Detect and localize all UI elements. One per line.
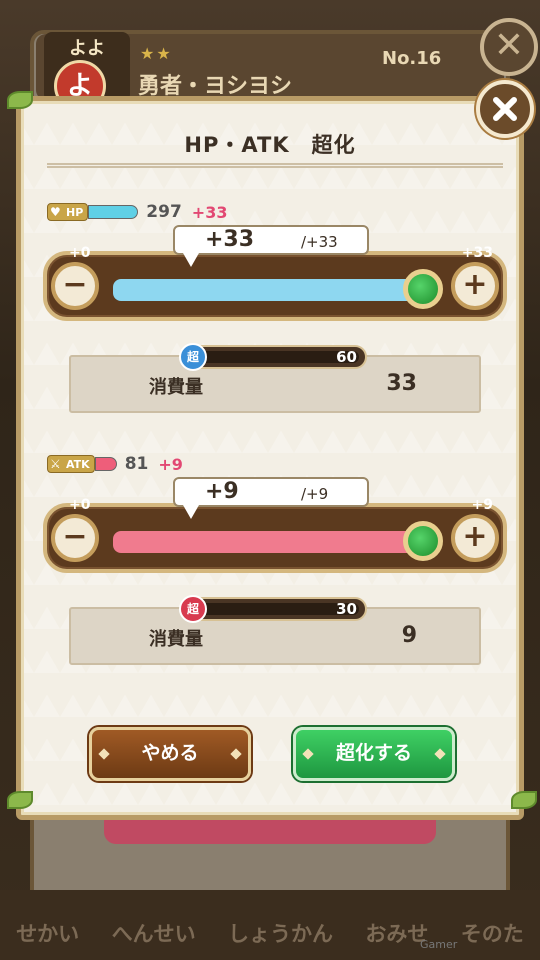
nav-item-summon: しょうかん (227, 922, 333, 946)
leaf-ornament-icon (511, 791, 537, 809)
hp-tag: ♥ HP (47, 203, 89, 221)
leaf-ornament-icon (7, 91, 33, 109)
hp-slider-track[interactable] (113, 279, 423, 301)
atk-material-pill: 超 30 (179, 595, 367, 623)
hp-meter (88, 205, 139, 219)
background-close-icon: ✕ (480, 18, 538, 76)
hp-selected-max: /+33 (301, 233, 338, 251)
hp-slider-thumb[interactable] (403, 269, 443, 309)
atk-selection-bubble: +9 /+9 (173, 477, 369, 519)
background-action-bar (104, 818, 436, 844)
bottom-nav: せかい へんせい しょうかん おみせ そのた (0, 890, 540, 960)
leaf-ornament-icon (7, 791, 33, 809)
hp-range-min: +0 (69, 245, 91, 261)
atk-stat-row: ⚔ ATK 81 +9 (47, 453, 183, 475)
atk-cost-label: 消費量 (149, 629, 203, 650)
atk-increase-button[interactable]: + (451, 514, 499, 562)
hp-tag-label: HP (66, 205, 84, 219)
atk-current-value: 81 (124, 454, 149, 474)
sword-icon: ⚔ (50, 457, 61, 471)
close-icon (493, 97, 517, 121)
title-divider (47, 163, 503, 168)
nav-item-formation: へんせい (111, 922, 196, 946)
hp-material-pill: 超 60 (179, 343, 367, 371)
hp-cost-label: 消費量 (149, 377, 203, 398)
hp-decrease-button[interactable]: − (51, 262, 99, 310)
atk-slider-track[interactable] (113, 531, 423, 553)
atk-material-count: 30 (336, 600, 357, 618)
hp-selected-value: +33 (205, 227, 255, 252)
atk-bonus: +9 (158, 454, 183, 474)
hp-bonus: +33 (191, 202, 228, 222)
atk-slider-panel: +0 +9 − + (43, 497, 507, 573)
atk-range-max: +9 (471, 497, 493, 513)
atk-selected-max: /+9 (301, 485, 329, 503)
atk-cost-value: 9 (401, 623, 417, 648)
hero-number: No.16 (382, 48, 442, 69)
hp-slider-fill (113, 279, 423, 301)
awaken-material-icon: 超 (179, 343, 207, 371)
awaken-confirm-button[interactable]: 超化する (293, 727, 455, 781)
hp-increase-button[interactable]: + (451, 262, 499, 310)
atk-slider-thumb[interactable] (403, 521, 443, 561)
atk-tag: ⚔ ATK (47, 455, 95, 473)
atk-decrease-button[interactable]: − (51, 514, 99, 562)
close-button[interactable] (476, 80, 534, 138)
rarity-stars: ★★ (140, 44, 173, 63)
hp-current-value: 297 (146, 202, 182, 222)
nav-item-world: せかい (16, 922, 80, 946)
atk-slider-fill (113, 531, 423, 553)
awaken-confirm-button-label: 超化する (335, 742, 412, 764)
dialog-title: HP・ATK 超化 (184, 133, 356, 157)
awaken-material-icon: 超 (179, 595, 207, 623)
awaken-dialog: HP・ATK 超化 ♥ HP 297 +33 +0 +33 − + +33 /+… (7, 91, 537, 820)
nav-item-other: そのた (460, 922, 524, 946)
hp-range-max: +33 (461, 245, 493, 261)
hp-material-count: 60 (336, 348, 357, 366)
cancel-button[interactable]: やめる (89, 727, 251, 781)
atk-tag-label: ATK (66, 457, 90, 471)
hp-stat-row: ♥ HP 297 +33 (47, 201, 227, 223)
heart-icon: ♥ (50, 205, 61, 219)
watermark: Gamer (420, 938, 458, 951)
atk-meter (94, 457, 117, 471)
hp-selection-bubble: +33 /+33 (173, 225, 369, 267)
atk-range-min: +0 (69, 497, 91, 513)
nav-item-shop: おみせ (365, 922, 429, 946)
hp-cost-value: 33 (386, 371, 417, 396)
atk-selected-value: +9 (205, 479, 239, 504)
cancel-button-label: やめる (141, 742, 199, 764)
hp-slider-panel: +0 +33 − + (43, 245, 507, 321)
